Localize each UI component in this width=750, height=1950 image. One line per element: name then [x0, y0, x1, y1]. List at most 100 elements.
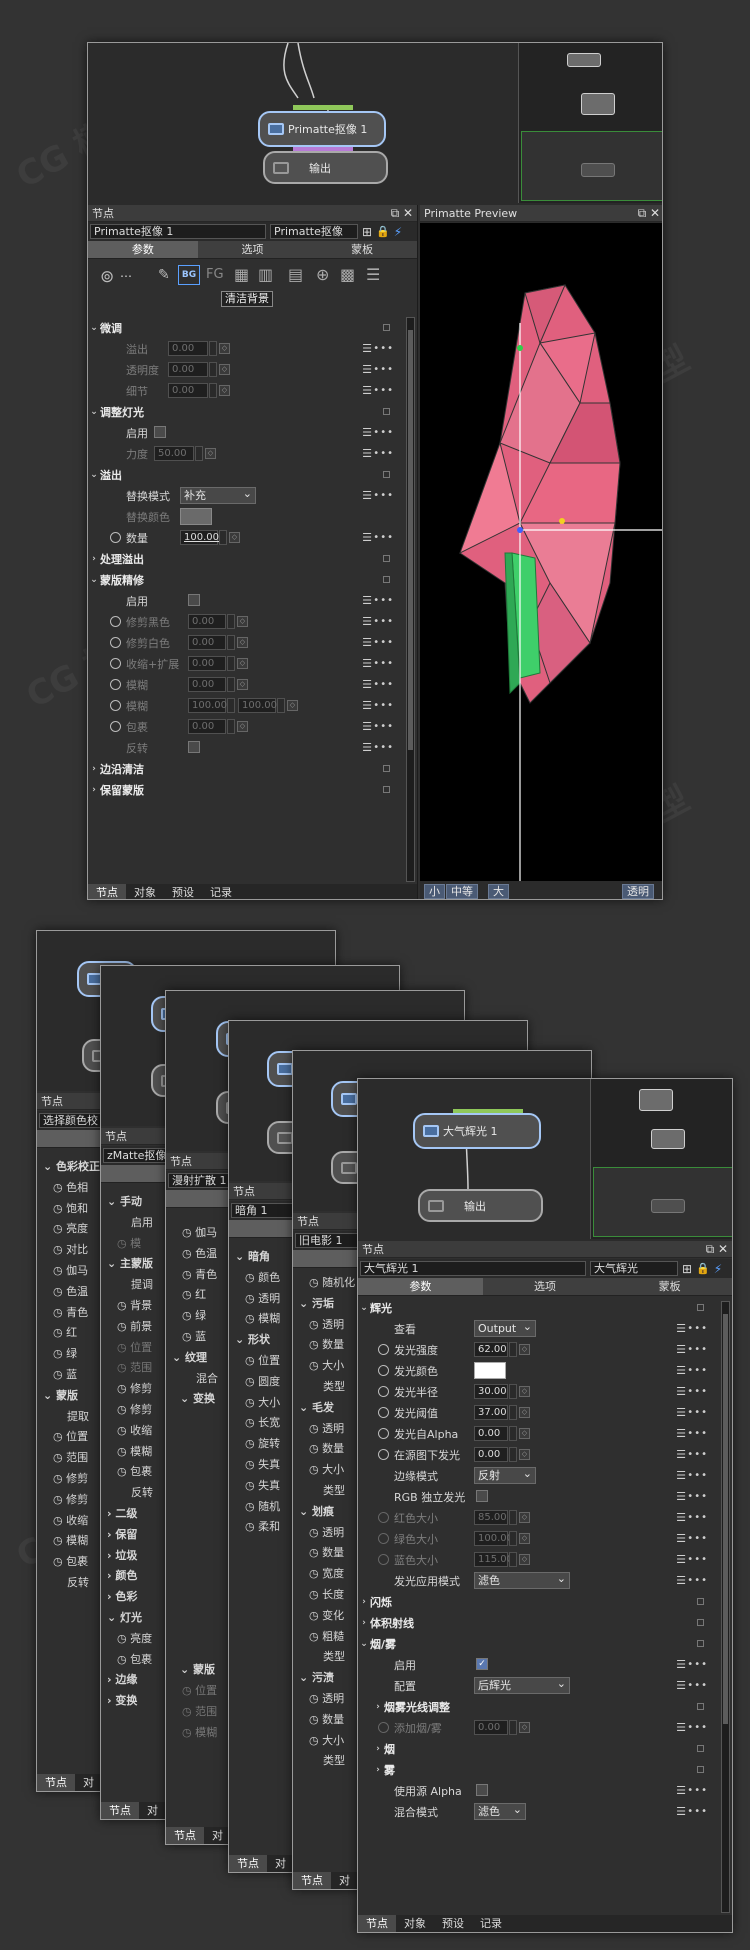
param-value[interactable]: 100.00 — [474, 1531, 513, 1546]
sample-icon[interactable]: ⊚ — [100, 267, 114, 287]
tab-object[interactable]: 对 — [139, 1802, 166, 1819]
keyframe-clock-icon[interactable] — [378, 1344, 389, 1355]
close-icon[interactable]: ⧉ ✕ — [706, 1242, 728, 1257]
sliders-icon[interactable]: ☰ — [366, 265, 380, 284]
tab-object[interactable]: 对象 — [396, 1915, 434, 1932]
blend-mode-dropdown[interactable]: 滤色 — [474, 1802, 526, 1820]
tab-params[interactable]: 参数 — [88, 241, 198, 258]
primatte-preview-canvas[interactable] — [420, 223, 662, 881]
param-value[interactable]: 0.00 — [188, 635, 226, 650]
tab-object[interactable]: 对象 — [126, 884, 164, 899]
param-value[interactable]: 0.00 — [188, 656, 226, 671]
clean-fg-icon[interactable]: FG — [206, 267, 224, 282]
edge-mode-dropdown[interactable]: 反射 — [474, 1466, 536, 1484]
scrollbar[interactable] — [406, 317, 415, 882]
section-volume-light[interactable]: 体积射线 — [370, 1615, 414, 1631]
output-node[interactable]: 输出 — [263, 151, 388, 184]
section-spill[interactable]: 溢出 — [100, 467, 122, 483]
tab-preset[interactable]: 预设 — [164, 884, 202, 899]
spill-icon[interactable]: ▥ — [258, 265, 273, 284]
preview-transparent-button[interactable]: 透明 — [622, 884, 654, 899]
param-value[interactable]: 0.00 — [188, 719, 226, 734]
section-smoke[interactable]: 烟 — [384, 1741, 395, 1757]
bolt-icon[interactable]: ⚡ — [714, 1262, 722, 1276]
apply-mode-dropdown[interactable]: 滤色 — [474, 1571, 570, 1589]
smoke-enable-checkbox[interactable]: ✓ — [476, 1658, 488, 1670]
section-keep-matte[interactable]: 保留蒙版 — [100, 782, 144, 798]
tab-object[interactable]: 对 — [204, 1827, 231, 1844]
keyframe-clock-icon[interactable] — [110, 721, 121, 732]
enable-checkbox[interactable] — [188, 594, 200, 606]
preview-medium-button[interactable]: 中等 — [446, 884, 478, 899]
keyframe-clock-icon[interactable] — [378, 1554, 389, 1565]
keyframe-clock-icon[interactable] — [110, 532, 121, 543]
node-name-field[interactable]: 暗角 1 — [231, 1203, 301, 1218]
tab-node[interactable]: 节点 — [229, 1855, 267, 1872]
keyframe-clock-icon[interactable] — [378, 1722, 389, 1733]
node-name-field[interactable]: 旧电影 1 — [295, 1233, 365, 1248]
param-value[interactable]: 100.00 — [188, 698, 227, 713]
tab-masks[interactable]: 蒙板 — [607, 1278, 732, 1295]
section-fine-tune[interactable]: 微调 — [100, 320, 122, 336]
node-name-field[interactable]: 选择颜色校 — [39, 1113, 109, 1128]
preview-large-button[interactable]: 大 — [488, 884, 509, 899]
scrollbar[interactable] — [721, 1301, 730, 1913]
add-icon[interactable]: ⊞ — [362, 225, 372, 239]
param-value[interactable]: 30.00 — [474, 1384, 508, 1399]
param-value[interactable]: 115.00 — [474, 1552, 513, 1567]
keyframe-clock-icon[interactable] — [110, 700, 121, 711]
view-dropdown[interactable]: Output — [474, 1319, 536, 1337]
node-name-field[interactable]: 大气辉光 1 — [360, 1261, 586, 1276]
section-process-spill[interactable]: 处理溢出 — [100, 551, 144, 567]
tab-object[interactable]: 对 — [75, 1774, 102, 1791]
matte-icon[interactable]: ▦ — [234, 265, 249, 284]
tab-options[interactable]: 选项 — [483, 1278, 608, 1295]
param-value[interactable]: 50.00 — [154, 446, 194, 461]
grid-icon[interactable]: ▤ — [288, 265, 303, 284]
node-name-field[interactable]: Primatte抠像 1 — [90, 224, 266, 239]
node-minimap[interactable] — [590, 1079, 732, 1239]
tab-history[interactable]: 记录 — [472, 1915, 510, 1932]
param-value[interactable]: 37.00 — [474, 1405, 508, 1420]
param-value[interactable]: 0.00 — [168, 383, 208, 398]
keyframe-clock-icon[interactable] — [378, 1407, 389, 1418]
keyframe-clock-icon[interactable] — [378, 1449, 389, 1460]
keyframe-clock-icon[interactable] — [378, 1386, 389, 1397]
lock-icon[interactable]: 🔒 — [696, 1262, 710, 1275]
tab-object[interactable]: 对 — [267, 1855, 294, 1872]
section-matte-refine[interactable]: 蒙版精修 — [100, 572, 144, 588]
replace-color-swatch[interactable] — [180, 508, 212, 525]
param-value[interactable]: 0.00 — [168, 341, 208, 356]
param-value[interactable]: 0.00 — [474, 1447, 508, 1462]
rgb-independent-checkbox[interactable] — [476, 1490, 488, 1502]
keyframe-clock-icon[interactable] — [378, 1365, 389, 1376]
tab-preset[interactable]: 预设 — [434, 1915, 472, 1932]
tab-history[interactable]: 记录 — [202, 884, 240, 899]
section-adjust-light[interactable]: 调整灯光 — [100, 404, 144, 420]
keyframe-clock-icon[interactable] — [110, 679, 121, 690]
param-value[interactable]: 62.00 — [474, 1342, 508, 1357]
eyedropper-icon[interactable]: ✎ — [158, 267, 170, 283]
param-value[interactable]: 0.00 — [474, 1426, 508, 1441]
glow-color-swatch[interactable] — [474, 1362, 506, 1379]
tab-object[interactable]: 对 — [331, 1872, 358, 1889]
config-dropdown[interactable]: 后辉光 — [474, 1676, 570, 1694]
keyframe-clock-icon[interactable] — [110, 658, 121, 669]
output-node[interactable]: 输出 — [418, 1189, 543, 1222]
tab-params[interactable]: 参数 — [358, 1278, 483, 1295]
preview-small-button[interactable]: 小 — [424, 884, 445, 899]
tab-node[interactable]: 节点 — [37, 1774, 75, 1791]
enable-checkbox[interactable] — [154, 426, 166, 438]
glow-node[interactable]: 大气辉光 1 — [413, 1113, 541, 1149]
node-minimap[interactable] — [518, 43, 662, 203]
tab-node[interactable]: 节点 — [88, 884, 126, 899]
tab-node[interactable]: 节点 — [358, 1915, 396, 1932]
bolt-icon[interactable]: ⚡ — [394, 225, 402, 239]
keyframe-clock-icon[interactable] — [378, 1512, 389, 1523]
param-value[interactable]: 0.00 — [168, 362, 208, 377]
keyframe-clock-icon[interactable] — [110, 637, 121, 648]
keyframe-clock-icon[interactable] — [378, 1533, 389, 1544]
tab-node[interactable]: 节点 — [293, 1872, 331, 1889]
crosshair-icon[interactable]: ⊕ — [316, 265, 329, 284]
use-alpha-checkbox[interactable] — [476, 1784, 488, 1796]
